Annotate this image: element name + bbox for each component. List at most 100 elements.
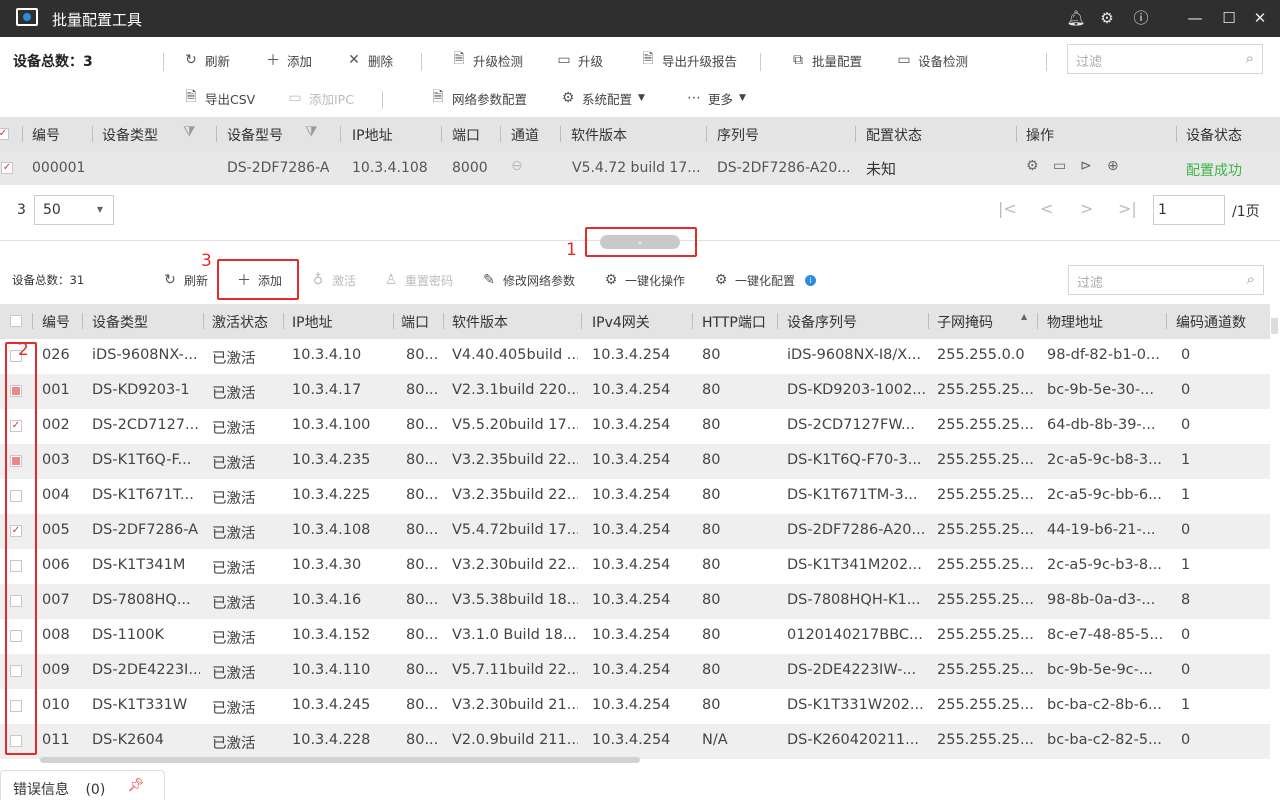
- gear-icon[interactable]: ⚙: [1097, 8, 1117, 28]
- table-row[interactable]: 009 DS-2DE4223I... 已激活 10.3.4.110 80... V5.7.…: [0, 654, 1270, 689]
- upgrade-check-button[interactable]: 🗎 升级检测: [451, 49, 523, 71]
- table-row[interactable]: 004 DS-K1T671T... 已激活 10.3.4.225 80... V3.2.3…: [0, 479, 1270, 514]
- select-all-checkbox[interactable]: [10, 315, 22, 327]
- header-device-state[interactable]: 设备状态: [1186, 125, 1242, 145]
- table-row[interactable]: 006 DS-K1T341M 已激活 10.3.4.30 80... V3.2.30bui…: [0, 549, 1270, 584]
- prev-page-icon[interactable]: <: [1040, 199, 1053, 218]
- minimize-icon[interactable]: —: [1185, 8, 1205, 28]
- filter-input[interactable]: 过滤 ⌕: [1068, 265, 1264, 295]
- cell-mac: 2c-a5-9c-bb-6...: [1047, 487, 1162, 503]
- add-ipc-button[interactable]: ▭ 添加IPC: [287, 87, 354, 109]
- last-page-icon[interactable]: >|: [1118, 199, 1137, 218]
- cell-http: 80: [702, 417, 721, 433]
- page-number-input[interactable]: 1: [1153, 195, 1225, 225]
- table-row[interactable]: 026 iDS-9608NX-... 已激活 10.3.4.10 80... V4.40.…: [0, 339, 1270, 374]
- gear-icon: ⚙: [604, 272, 618, 288]
- table-row[interactable]: 001 DS-KD9203-1 已激活 10.3.4.17 80... V2.3.1bui…: [0, 374, 1270, 409]
- batch-config-button[interactable]: ⧉ 批量配置: [790, 49, 862, 71]
- header-ip[interactable]: IP地址: [352, 125, 393, 145]
- header-ip[interactable]: IP地址: [292, 312, 333, 332]
- refresh-icon: ↻: [164, 272, 176, 288]
- cell-gateway: 10.3.4.254: [592, 662, 671, 678]
- cell-ip: 10.3.4.100: [292, 417, 371, 433]
- table-row[interactable]: 008 DS-1100K 已激活 10.3.4.152 80... V3.1.0 Buil…: [0, 619, 1270, 654]
- reset-password-button[interactable]: ♙ 重置密码: [383, 269, 453, 291]
- activate-button[interactable]: ♁ 激活: [310, 269, 356, 291]
- filter-funnel-icon[interactable]: ⧩: [305, 124, 318, 140]
- sort-asc-icon[interactable]: ▲: [1021, 312, 1027, 321]
- table-row[interactable]: ✓ 005 DS-2DF7286-A 已激活 10.3.4.108 80... V5.4.7…: [0, 514, 1270, 549]
- upgrade-button[interactable]: ▭ 升级: [556, 49, 603, 71]
- page-size-select[interactable]: 50 ▼: [34, 195, 114, 225]
- play-icon[interactable]: ⊳: [1080, 158, 1092, 174]
- more-dropdown[interactable]: ⋯ 更多 ▼: [686, 87, 746, 109]
- filter-input[interactable]: 过滤 ⌕: [1067, 44, 1263, 74]
- select-all-checkbox[interactable]: ✓: [0, 128, 9, 140]
- table-row[interactable]: 010 DS-K1T331W 已激活 10.3.4.245 80... V3.2.30bu…: [0, 689, 1270, 724]
- export-csv-button[interactable]: 🗎 导出CSV: [183, 87, 255, 109]
- table-row[interactable]: 003 DS-K1T6Q-F... 已激活 10.3.4.235 80... V3.2.3…: [0, 444, 1270, 479]
- cell-id: 009: [42, 662, 70, 678]
- maximize-icon[interactable]: ☐: [1219, 8, 1239, 28]
- header-software-version[interactable]: 软件版本: [452, 312, 508, 332]
- filter-funnel-icon[interactable]: ⧩: [183, 124, 196, 140]
- refresh-button[interactable]: ↻ 刷新: [183, 49, 230, 71]
- header-mac[interactable]: 物理地址: [1047, 312, 1103, 332]
- modify-network-button[interactable]: ✎ 修改网络参数: [481, 269, 575, 291]
- header-subnet-mask[interactable]: 子网掩码: [937, 312, 993, 332]
- close-icon[interactable]: ✕: [1250, 8, 1270, 28]
- cell-channels: 1: [1181, 697, 1191, 713]
- header-ipv4-gateway[interactable]: IPv4网关: [592, 312, 650, 332]
- cell-type: DS-KD9203-1: [92, 382, 190, 398]
- header-channel[interactable]: 通道: [511, 125, 539, 145]
- header-id[interactable]: 编号: [32, 125, 60, 145]
- header-activation[interactable]: 激活状态: [212, 312, 268, 332]
- cell-status: 已激活: [212, 456, 256, 472]
- header-config-state[interactable]: 配置状态: [866, 125, 922, 145]
- network-config-button[interactable]: 🗎 网络参数配置: [430, 87, 527, 109]
- settings-icon[interactable]: ⚙: [1026, 158, 1039, 174]
- vertical-scrollbar[interactable]: [1271, 318, 1278, 334]
- cell-mac: 2c-a5-9c-b8-3...: [1047, 452, 1162, 468]
- header-port[interactable]: 端口: [452, 125, 480, 145]
- next-page-icon[interactable]: >: [1080, 199, 1093, 218]
- device-check-button[interactable]: ▭ 设备检测: [896, 49, 968, 71]
- cell-mask: 255.255.25...: [937, 557, 1033, 573]
- header-device-serial[interactable]: 设备序列号: [787, 312, 857, 332]
- header-port[interactable]: 端口: [401, 312, 429, 332]
- plus-icon: ＋: [266, 53, 280, 69]
- table-row[interactable]: 007 DS-7808HQ... 已激活 10.3.4.16 80... V3.5.38b…: [0, 584, 1270, 619]
- header-device-type[interactable]: 设备类型: [102, 125, 158, 145]
- remote-config-icon[interactable]: ▭: [1053, 158, 1066, 174]
- header-serial[interactable]: 序列号: [717, 125, 759, 145]
- table-row[interactable]: ✓ 000001 DS-2DF7286-A 10.3.4.108 8000 ⊖ …: [0, 152, 1280, 185]
- one-key-config-button[interactable]: ⚙ 一键化配置 i: [713, 269, 817, 291]
- system-config-dropdown[interactable]: ⚙ 系统配置 ▼: [560, 87, 645, 109]
- bell-icon[interactable]: 🔔︎: [1066, 8, 1086, 28]
- header-device-type[interactable]: 设备类型: [92, 312, 148, 332]
- one-key-operation-button[interactable]: ⚙ 一键化操作: [603, 269, 685, 291]
- web-globe-icon[interactable]: ⊕: [1107, 158, 1119, 174]
- first-page-icon[interactable]: |<: [998, 199, 1017, 218]
- add-button[interactable]: ＋添加: [265, 49, 312, 71]
- header-device-model[interactable]: 设备型号: [227, 125, 283, 145]
- row-checkbox[interactable]: ✓: [1, 162, 13, 174]
- header-channel-count[interactable]: 编码通道数: [1176, 312, 1246, 332]
- header-id[interactable]: 编号: [42, 312, 70, 332]
- horizontal-scrollbar[interactable]: [40, 757, 640, 763]
- delete-button[interactable]: ✕ 删除: [346, 49, 393, 71]
- table-row[interactable]: ✓ 002 DS-2CD7127... 已激活 10.3.4.100 80... V5.5.…: [0, 409, 1270, 444]
- pin-icon[interactable]: 📌︎: [127, 778, 144, 793]
- add-ipc-icon: ▭: [288, 90, 302, 106]
- export-report-button[interactable]: 🗎 导出升级报告: [640, 49, 737, 71]
- device-total-label: 设备总数：3: [13, 54, 93, 70]
- header-http-port[interactable]: HTTP端口: [702, 312, 766, 332]
- cell-status: 已激活: [212, 421, 256, 437]
- refresh-button[interactable]: ↻ 刷新: [162, 269, 208, 291]
- error-info-tab[interactable]: 错误信息 (0) 📌︎: [0, 770, 165, 800]
- header-software-version[interactable]: 软件版本: [571, 125, 627, 145]
- info-icon[interactable]: ⓘ: [1131, 8, 1151, 28]
- table-row[interactable]: 011 DS-K2604 已激活 10.3.4.228 80... V2.0.9build…: [0, 724, 1270, 759]
- cell-serial: DS-7808HQH-K1...: [787, 592, 921, 608]
- divider: [760, 53, 761, 71]
